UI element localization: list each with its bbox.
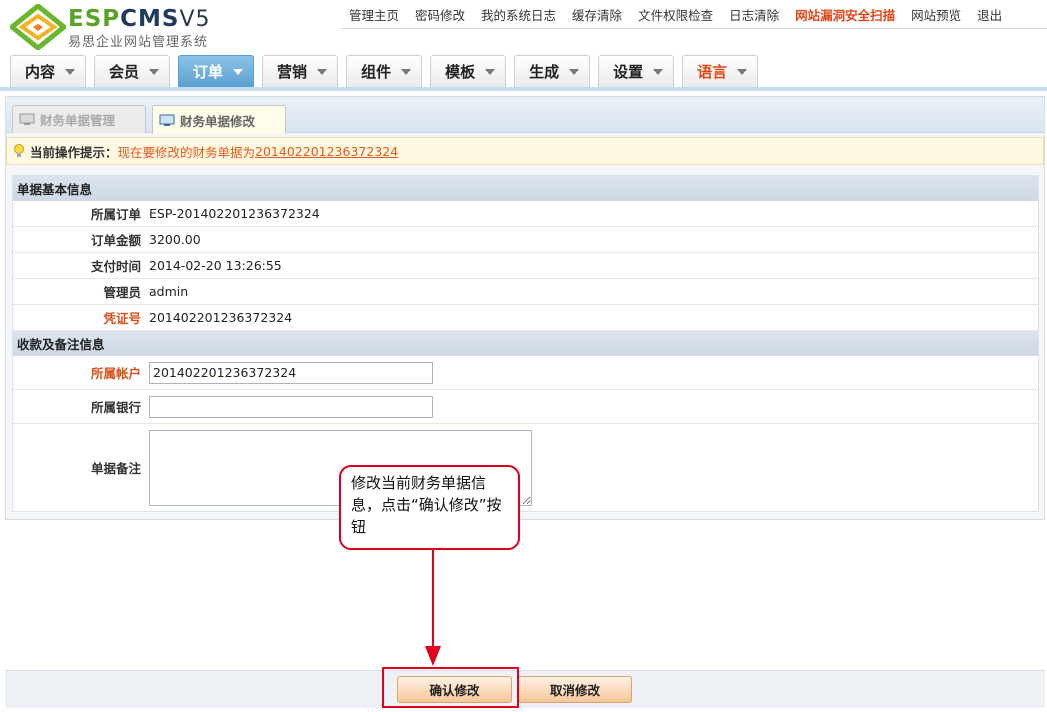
chevron-down-icon [737, 68, 748, 75]
subtab-label: 财务单据修改 [180, 113, 256, 129]
voucher-value: 201402201236372324 [149, 310, 293, 325]
brand-name: ESPCMSV5 [68, 6, 211, 32]
top-link[interactable]: 缓存清除 [564, 5, 630, 24]
row-bank: 所属银行 [13, 390, 1038, 424]
admin-value: admin [149, 284, 189, 299]
monitor-icon [19, 113, 35, 125]
field-label: 凭证号 [103, 311, 141, 326]
main-tab[interactable]: 模板 [430, 55, 507, 87]
top-link[interactable]: 日志清除 [721, 5, 787, 24]
bank-input[interactable] [149, 395, 433, 418]
field-label: 管理员 [103, 285, 141, 300]
brand-subtitle: 易思企业网站管理系统 [68, 35, 209, 50]
main-tab-label: 内容 [25, 63, 56, 81]
field-label: 所属帐户 [90, 366, 141, 381]
main-tab-label: 组件 [361, 63, 392, 81]
field-label: 订单金额 [90, 233, 141, 248]
section-payment-info: 收款及备注信息 [13, 331, 1038, 356]
chevron-down-icon [401, 68, 412, 75]
logo-mark-icon [10, 4, 66, 50]
main-tab[interactable]: 生成 [514, 55, 591, 87]
row-paytime: 支付时间 2014-02-20 13:26:55 [13, 253, 1038, 279]
main-tab[interactable]: 订单 [178, 55, 255, 87]
chevron-down-icon [233, 68, 244, 75]
top-link[interactable]: 退出 [969, 5, 1010, 24]
tip-bill-number-link[interactable]: 201402201236372324 [255, 144, 398, 159]
chevron-down-icon [317, 68, 328, 75]
main-tab-label: 营销 [277, 63, 308, 81]
paytime-value: 2014-02-20 13:26:55 [149, 258, 282, 273]
row-admin: 管理员 admin [13, 279, 1038, 305]
tip-message: 现在要修改的财务单据为 [117, 144, 256, 160]
subtab-finance-manage[interactable]: 财务单据管理 [12, 105, 146, 133]
callout-arrow-head [425, 646, 441, 666]
field-label: 所属订单 [90, 207, 141, 222]
top-link[interactable]: 网站预览 [903, 5, 969, 24]
amount-value: 3200.00 [149, 232, 201, 247]
row-order: 所属订单 ESP-201402201236372324 [13, 201, 1038, 227]
sub-tabs-bar: 财务单据管理 财务单据修改 [6, 97, 1044, 134]
field-label: 单据备注 [90, 461, 141, 476]
operation-tip: 当前操作提示： 现在要修改的财务单据为 201402201236372324 [6, 137, 1044, 165]
cancel-button[interactable]: 取消修改 [518, 676, 632, 703]
subtab-label: 财务单据管理 [40, 113, 116, 128]
bill-form: 单据基本信息 所属订单 ESP-201402201236372324 订单金额 … [12, 175, 1039, 512]
order-value: ESP-201402201236372324 [149, 206, 320, 221]
section-basic-info: 单据基本信息 [13, 176, 1038, 201]
main-tab-label: 模板 [445, 63, 476, 81]
top-link[interactable]: 文件权限检查 [630, 5, 721, 24]
monitor-icon [159, 114, 175, 126]
confirm-highlight-box [382, 667, 519, 708]
content-frame: 财务单据管理 财务单据修改 当前操作提示： 现在要修改的财务单据为 201402… [5, 96, 1045, 520]
lightbulb-icon [14, 144, 24, 157]
chevron-down-icon [149, 68, 160, 75]
main-tab-label: 生成 [529, 63, 560, 81]
nav-divider [0, 87, 1047, 91]
field-label: 支付时间 [90, 259, 141, 274]
field-label: 所属银行 [90, 400, 141, 415]
main-tab[interactable]: 会员 [94, 55, 171, 87]
row-voucher: 凭证号 201402201236372324 [13, 305, 1038, 331]
top-link[interactable]: 管理主页 [341, 5, 407, 24]
subtab-finance-edit[interactable]: 财务单据修改 [152, 105, 286, 134]
main-tab[interactable]: 营销 [262, 55, 339, 87]
row-account: 所属帐户 [13, 356, 1038, 390]
main-tab[interactable]: 语言 [682, 55, 759, 87]
row-amount: 订单金额 3200.00 [13, 227, 1038, 253]
main-tab-label: 语言 [697, 63, 728, 81]
top-link[interactable]: 我的系统日志 [473, 5, 564, 24]
main-tab[interactable]: 组件 [346, 55, 423, 87]
account-input[interactable] [149, 361, 433, 384]
app-window: ESPCMSV5 易思企业网站管理系统 管理主页 密码修改 我的系统日志 缓存清除 文件… [0, 0, 1047, 712]
main-tab-label: 会员 [109, 63, 140, 81]
instruction-callout: 修改当前财务单据信息，点击“确认修改”按钮 [339, 465, 520, 550]
main-tab-label: 订单 [193, 63, 224, 81]
main-nav: 内容 会员 订单 营销 组件 模板 生成 设置 语言 [10, 55, 759, 87]
main-tab[interactable]: 设置 [598, 55, 675, 87]
top-link[interactable]: 网站漏洞安全扫描 [787, 5, 903, 24]
chevron-down-icon [569, 68, 580, 75]
top-link[interactable]: 密码修改 [407, 5, 473, 24]
callout-arrow-line [432, 550, 434, 650]
tip-label: 当前操作提示： [30, 144, 118, 160]
row-remark: 单据备注 [13, 424, 1038, 511]
top-links-bar: 管理主页 密码修改 我的系统日志 缓存清除 文件权限检查 日志清除 网站漏洞安全扫描 网站预览… [341, 0, 1047, 29]
main-tab[interactable]: 内容 [10, 55, 87, 87]
chevron-down-icon [65, 68, 76, 75]
chevron-down-icon [485, 68, 496, 75]
chevron-down-icon [653, 68, 664, 75]
main-tab-label: 设置 [613, 63, 644, 81]
brand-logo[interactable]: ESPCMSV5 易思企业网站管理系统 [10, 4, 240, 52]
